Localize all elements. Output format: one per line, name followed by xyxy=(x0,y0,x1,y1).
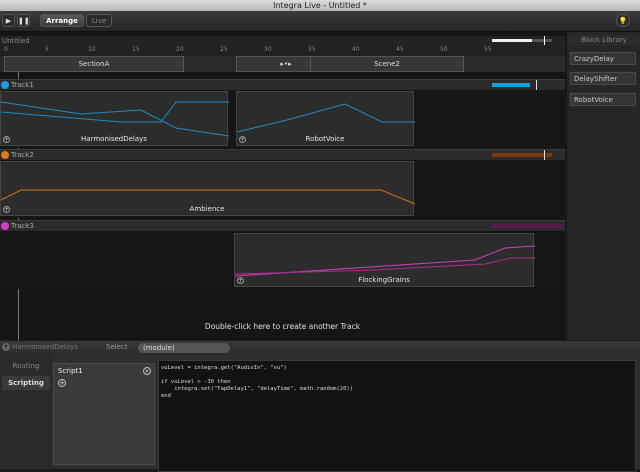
properties-tabs: Routing Scripting xyxy=(0,355,52,469)
library-item-crazydelay[interactable]: CrazyDelay xyxy=(570,52,636,65)
tab-routing[interactable]: Routing xyxy=(2,359,50,373)
block-robotvoice[interactable]: + RobotVoice xyxy=(236,91,415,146)
volume-handle[interactable] xyxy=(544,150,545,160)
ruler-tick: 50 xyxy=(440,46,448,53)
properties-panel: ▾ HarmonisedDelays Select (module) Routi… xyxy=(0,341,640,472)
toolbar: ▶ ❚❚ Arrange Live 💡 xyxy=(0,11,640,32)
ruler-tick: 10 xyxy=(88,46,96,53)
project-title: Untitled xyxy=(2,37,30,45)
arrange-view-button[interactable]: Arrange xyxy=(40,14,84,27)
scene-sectiona[interactable]: SectionA xyxy=(4,56,184,72)
block-flockinggrains[interactable]: + FlockingGrains xyxy=(234,233,535,287)
block-label: HarmonisedDelays xyxy=(81,135,147,143)
ruler-tick: 25 xyxy=(220,46,228,53)
window-title: Integra Live - Untitled * xyxy=(273,1,367,10)
add-script-icon[interactable]: + xyxy=(58,379,66,387)
cursor-icon: ▸•▸ xyxy=(280,60,292,68)
scene-scene2[interactable]: Scene2 xyxy=(310,56,464,72)
track-lane-track1[interactable]: + HarmonisedDelays + RobotVoice xyxy=(0,90,565,148)
track2-volume-slider[interactable] xyxy=(492,153,552,157)
ruler-tick: 40 xyxy=(352,46,360,53)
pause-button[interactable]: ❚❚ xyxy=(17,14,30,27)
track-name: Track3 xyxy=(11,222,34,230)
ruler-tick: 55 xyxy=(484,46,492,53)
ruler-tick: 15 xyxy=(132,46,140,53)
script-item[interactable]: Script1 xyxy=(58,367,83,375)
volume-handle[interactable] xyxy=(536,80,537,90)
track3-volume-slider[interactable] xyxy=(492,224,562,228)
block-ambience[interactable]: + Ambience xyxy=(0,161,415,216)
ruler-tick: 35 xyxy=(308,46,316,53)
lightbulb-icon: 💡 xyxy=(618,17,628,25)
ruler-tick: 0 xyxy=(4,46,8,53)
window-title-bar: Integra Live - Untitled * xyxy=(0,0,640,11)
create-track-hint[interactable]: Double-click here to create another Trac… xyxy=(0,322,565,331)
select-label: Select xyxy=(106,343,128,351)
track-lane-track3[interactable]: + FlockingGrains xyxy=(0,231,565,289)
ruler-tick: 5 xyxy=(45,46,49,53)
script-editor[interactable]: vuLevel = integra.get("AudioIn", "vu") i… xyxy=(158,360,636,472)
ruler-tick: 20 xyxy=(176,46,184,53)
live-view-button[interactable]: Live xyxy=(86,14,112,27)
block-harmoniseddelays[interactable]: + HarmonisedDelays xyxy=(0,91,229,146)
lightbulb-button[interactable]: 💡 xyxy=(616,14,630,27)
script-list[interactable]: Script1 × + xyxy=(53,363,155,465)
project-header: Untitled xyxy=(0,36,565,46)
pause-icon: ❚❚ xyxy=(18,17,30,25)
block-label: RobotVoice xyxy=(305,135,345,143)
volume-handle[interactable] xyxy=(544,36,545,45)
tab-scripting[interactable]: Scripting xyxy=(2,376,50,390)
play-button[interactable]: ▶ xyxy=(2,14,15,27)
track-header-track3[interactable]: Track3 xyxy=(0,220,565,231)
play-icon: ▶ xyxy=(5,17,12,25)
track-lane-track2[interactable]: + Ambience xyxy=(0,160,565,218)
library-item-delayshifter[interactable]: DelayShifter xyxy=(570,72,636,85)
collapse-icon[interactable]: ▾ xyxy=(2,343,10,351)
ruler-tick: 30 xyxy=(264,46,272,53)
selected-block-name: HarmonisedDelays xyxy=(12,343,78,351)
track-name: Track1 xyxy=(11,81,34,89)
block-library-title: Block Library xyxy=(567,35,640,46)
block-label: Ambience xyxy=(189,205,225,213)
ruler-tick: 45 xyxy=(396,46,404,53)
track-color-dot[interactable] xyxy=(1,81,9,89)
block-library-panel: Block Library CrazyDelay DelayShifter Ro… xyxy=(566,32,640,340)
track-header-track1[interactable]: Track1 xyxy=(0,79,565,90)
track-name: Track2 xyxy=(11,151,34,159)
slider-track xyxy=(532,39,552,42)
track-header-track2[interactable]: Track2 xyxy=(0,149,565,160)
library-item-robotvoice[interactable]: RobotVoice xyxy=(570,93,636,106)
track1-volume-slider[interactable] xyxy=(492,83,530,87)
project-volume-slider[interactable] xyxy=(492,39,532,42)
track-color-dot[interactable] xyxy=(1,151,9,159)
block-label: FlockingGrains xyxy=(358,276,410,284)
close-icon[interactable]: × xyxy=(143,367,151,375)
scene-bar[interactable]: SectionA ▸•▸ Scene2 xyxy=(0,56,565,72)
module-select[interactable]: (module) xyxy=(138,343,230,353)
properties-header: ▾ HarmonisedDelays Select (module) xyxy=(0,341,640,355)
track-color-dot[interactable] xyxy=(1,222,9,230)
